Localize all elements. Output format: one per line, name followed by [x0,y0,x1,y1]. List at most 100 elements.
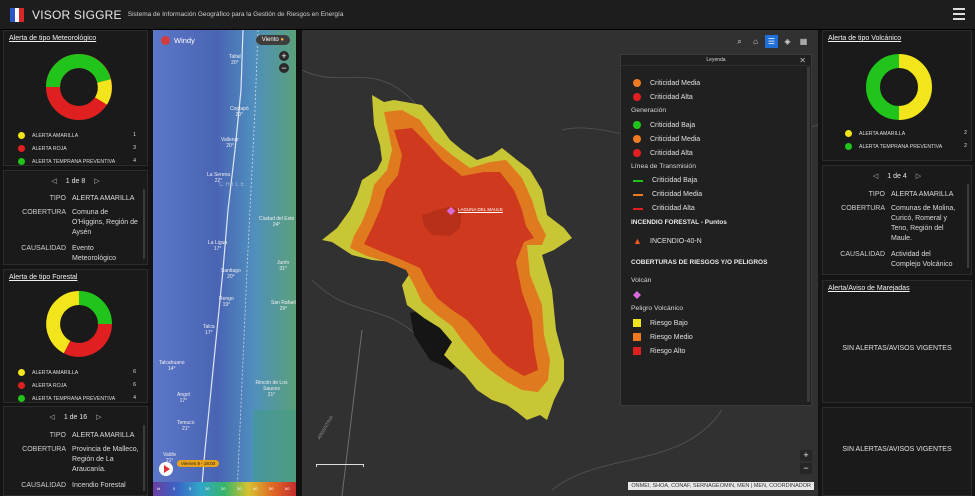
app-logo-icon [10,7,25,22]
meteo-slice-preventiva[interactable] [78,54,111,84]
legend-group-header: Generación [631,107,666,114]
wind-mode-button[interactable]: Viento ● [255,35,290,45]
scrollbar[interactable] [967,184,969,268]
country-label: CHILE [219,182,247,188]
legend-row: ALERTA AMARILLA 6 [18,366,136,379]
search-icon[interactable]: ⌕ [733,35,746,48]
home-icon[interactable]: ⌂ [749,35,762,48]
meteo-legend: ALERTA AMARILLA 1 ALERTA ROJA 3 ALERTA TEM… [18,129,136,165]
legend-item-label: Criticidad Media [650,79,701,87]
next-arrow-icon[interactable]: ▷ [94,177,99,185]
volcanic-donut-chart [866,54,932,120]
forestal-detail-panel: ◁ 1 de 16 ▷ TIPO ALERTA AMARILLA COBERTURA… [3,406,148,496]
tipo-value: ALERTA AMARILLA [891,191,954,198]
windy-logo-icon [161,36,170,45]
close-icon[interactable]: ✕ [799,56,806,65]
cobertura-value: Comunas de Molina, Curicó, Romeral y Teno,… [891,205,956,242]
yellow-dot-icon [18,369,25,376]
city-label: Talca 17° [203,324,215,336]
volcanic-slice-preventiva[interactable] [866,54,900,120]
legend-item [633,291,650,299]
city-label: Vallenar 20° [221,137,239,149]
timeline-label[interactable]: Viernes 8 - 18:00 [177,460,220,467]
legend-label: ALERTA TEMPRANA PREVENTIVA [32,158,116,165]
cobertura-key: COBERTURA [22,209,66,216]
map-attribution: ONMEI, SHOA, CONAF, SERNAGEOMIN, MEN | M… [628,482,814,490]
legend-item: Criticidad Alta [633,93,693,101]
hamburger-menu-icon[interactable] [953,8,965,20]
city-label: Copiapó 20° [230,106,249,118]
wind-icon: ● [280,37,284,43]
layers-icon[interactable]: ◈ [781,35,794,48]
scrollbar[interactable] [143,425,145,491]
forestal-alert-title[interactable]: Alerta de tipo Forestal [9,274,77,281]
legend-count: 6 [133,382,136,388]
forestal-donut-chart [46,291,112,357]
city-label: La Ligua 17° [208,240,228,252]
grid-icon[interactable]: ▦ [797,35,810,48]
main-map[interactable]: LAGUNA DEL MAULE ARGENTINA ⌕ ⌂ ☰ ◈ ▦ Ley… [302,30,818,496]
legend-group-header: Línea de Transmisión [631,163,696,170]
prev-arrow-icon[interactable]: ◁ [49,413,54,421]
legend-label: ALERTA AMARILLA [32,132,79,139]
play-button[interactable] [159,462,173,476]
volcanic-alert-title[interactable]: Alerta de tipo Volcánico [828,35,901,42]
legend-item-label: COBERTURAS DE RIESGOS Y/O PELIGROS [631,259,768,266]
meteo-slice-amarilla[interactable] [94,79,112,105]
legend-item: Riesgo Alto [633,347,685,355]
list-icon[interactable]: ☰ [765,35,778,48]
status-circle-icon [633,149,641,157]
forestal-pager: ◁ 1 de 16 ▷ [4,413,147,421]
legend-item: Criticidad Baja [633,177,697,184]
scale-bar [316,464,364,467]
color-square-icon [633,319,641,327]
prev-arrow-icon[interactable]: ◁ [873,172,878,180]
legend-section-header: COBERTURAS DE RIESGOS Y/O PELIGROS [631,259,767,266]
map-zoom-in-button[interactable]: + [800,450,812,461]
scrollbar[interactable] [143,189,145,259]
volcano-diamond-icon [633,291,641,299]
legend-row: ALERTA TEMPRANA PREVENTIVA 4 [18,155,136,165]
map-zoom-out-button[interactable]: − [800,463,812,474]
forestal-slice-amarilla[interactable] [46,291,80,354]
windy-map[interactable]: Windy Viento ● + − Taltal 20° Copiapó 20° … [153,30,296,496]
zoom-in-button[interactable]: + [279,51,289,61]
city-label: Junín 31° [277,260,290,272]
legend-item: Criticidad Alta [633,149,693,157]
legend-item-label: Línea de Transmisión [631,163,696,170]
status-circle-icon [633,121,641,129]
legend-item-label: Peligro Volcánico [631,305,684,312]
prev-arrow-icon[interactable]: ◁ [51,177,56,185]
legend-count: 1 [133,132,136,138]
forestal-slice-roja[interactable] [63,323,112,357]
next-arrow-icon[interactable]: ▷ [96,413,101,421]
legend-item: Riesgo Bajo [633,319,688,327]
next-arrow-icon[interactable]: ▷ [916,172,921,180]
legend-count: 2 [964,130,967,136]
legend-count: 2 [964,143,967,149]
app-title: VISOR SIGGRE [32,7,122,22]
causalidad-key: CAUSALIDAD [840,251,885,258]
red-dot-icon [18,382,25,389]
no-alerts-message: SIN ALERTAS/AVISOS VIGENTES [842,446,952,453]
meteo-slice-preventiva-2[interactable] [46,54,80,88]
legend-item-label: Riesgo Medio [650,333,693,341]
marejadas-title[interactable]: Alerta/Aviso de Marejadas [828,285,910,292]
causalidad-value: Actividad del Complejo Volcánico [891,251,953,268]
tipo-key: TIPO [49,432,66,439]
meteo-alert-title[interactable]: Alerta de tipo Meteorológico [9,35,96,42]
legend-item-label: Criticidad Alta [650,93,693,101]
legend-scrollbar[interactable] [807,67,810,402]
zoom-out-button[interactable]: − [279,63,289,73]
city-label: Angol 17° [177,392,190,404]
cobertura-value: Provincia de Malleco, Región de La Araucan… [72,446,139,473]
app-subtitle: Sistema de Información Geográfico para l… [127,11,344,18]
legend-item-label: Criticidad Alta [652,205,695,212]
legend-item: Riesgo Medio [633,333,693,341]
legend-item-label: Criticidad Media [650,135,701,143]
volcanic-pager: ◁ 1 de 4 ▷ [823,172,971,180]
cobertura-key: COBERTURA [22,446,66,453]
causalidad-value: Incendio Forestal [72,482,126,489]
forestal-slice-preventiva[interactable] [78,291,112,325]
volcanic-slice-amarilla[interactable] [898,54,932,120]
